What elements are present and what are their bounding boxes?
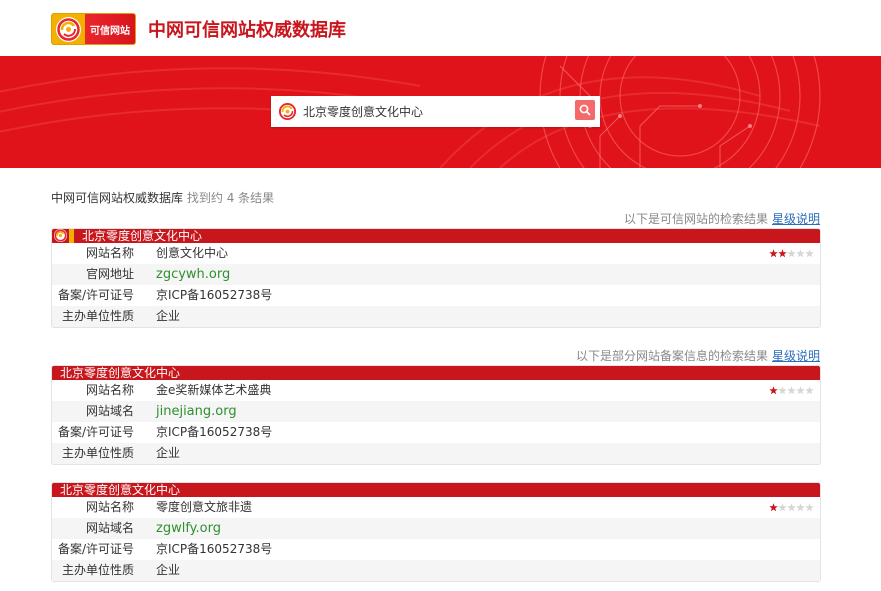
table-row: 备案/许可证号 京ICP备16052738号: [52, 539, 820, 560]
row-key: 主办单位性质: [61, 309, 134, 323]
star-filled-icon: [769, 386, 778, 395]
result-summary: 中网可信网站权威数据库 找到约 4 条结果: [51, 189, 274, 206]
row-value: 创意文化中心: [156, 246, 229, 260]
star-filled-icon: [769, 249, 778, 258]
search-input[interactable]: [303, 102, 568, 121]
table-row: 网站域名 zgwlfy.org: [52, 518, 820, 539]
summary-count: 4: [226, 191, 235, 205]
row-value: 企业: [156, 446, 181, 460]
row-value: 京ICP备16052738号: [156, 542, 273, 556]
row-key: 网站名称: [85, 383, 134, 397]
star-empty-icon: [787, 249, 796, 258]
card-title-bar: 北京零度创意文化中心: [52, 229, 820, 243]
star-filled-icon: [769, 503, 778, 512]
row-key: 官网地址: [85, 267, 134, 281]
star-filled-icon: [778, 249, 787, 258]
row-value: 零度创意文旅非遗: [156, 500, 253, 514]
row-key: 网站域名: [85, 404, 134, 418]
card-title-bar: 北京零度创意文化中心: [52, 366, 820, 380]
search-button[interactable]: [575, 100, 595, 120]
star-empty-icon: [787, 386, 796, 395]
summary-source: 中网可信网站权威数据库: [51, 191, 184, 205]
search-icon: [579, 104, 591, 116]
row-key: 主办单位性质: [61, 563, 134, 577]
star-empty-icon: [805, 249, 814, 258]
notice-text: 以下是可信网站的检索结果: [623, 212, 768, 226]
star-empty-icon: [805, 503, 814, 512]
star-rating-help-link[interactable]: 星级说明: [772, 349, 820, 363]
row-key: 备案/许可证号: [57, 288, 134, 302]
table-row: 主办单位性质 企业: [52, 560, 820, 581]
table-row: 网站名称 金e奖新媒体艺术盛典: [52, 380, 820, 401]
row-key: 主办单位性质: [61, 446, 134, 460]
row-value: 京ICP备16052738号: [156, 288, 273, 302]
table-row: 主办单位性质 企业: [52, 443, 820, 464]
table-row: 网站域名 jinejiang.org: [52, 401, 820, 422]
star-empty-icon: [796, 503, 805, 512]
star-empty-icon: [778, 503, 787, 512]
result-card: 北京零度创意文化中心 网站名称 零度创意文旅非遗 网站域名 zgwlfy.org…: [51, 482, 821, 582]
website-domain-link[interactable]: jinejiang.org: [156, 401, 237, 422]
row-key: 网站名称: [85, 500, 134, 514]
table-row: 备案/许可证号 京ICP备16052738号: [52, 285, 820, 306]
star-empty-icon: [778, 386, 787, 395]
trust-stripe: [69, 229, 74, 243]
card-title: 北京零度创意文化中心: [60, 366, 181, 380]
website-url-link[interactable]: zgcywh.org: [156, 264, 230, 285]
star-empty-icon: [796, 386, 805, 395]
star-rating: [769, 249, 814, 258]
card-title: 北京零度创意文化中心: [82, 229, 203, 243]
row-key: 备案/许可证号: [57, 425, 134, 439]
logo-text: 可信网站: [90, 26, 130, 37]
trust-emblem-icon: [278, 102, 297, 121]
row-value: 企业: [156, 309, 181, 323]
table-row: 网站名称 零度创意文旅非遗: [52, 497, 820, 518]
row-value: 京ICP备16052738号: [156, 425, 273, 439]
trust-emblem-icon: [54, 229, 67, 242]
header: 可信网站 中网可信网站权威数据库: [0, 0, 881, 56]
trust-emblem-icon: [56, 17, 81, 42]
star-rating: [769, 386, 814, 395]
website-domain-link[interactable]: zgwlfy.org: [156, 518, 221, 539]
table-row: 主办单位性质 企业: [52, 306, 820, 327]
result-card: 北京零度创意文化中心 网站名称 金e奖新媒体艺术盛典 网站域名 jinejian…: [51, 365, 821, 465]
row-value: 金e奖新媒体艺术盛典: [156, 383, 272, 397]
summary-found-suffix: 条结果: [238, 191, 275, 205]
search-box[interactable]: [271, 96, 600, 127]
result-card: 北京零度创意文化中心 网站名称 创意文化中心 官网地址 zgcywh.org 备…: [51, 228, 821, 328]
notice-text: 以下是部分网站备案信息的检索结果: [575, 349, 768, 363]
card-title-bar: 北京零度创意文化中心: [52, 483, 820, 497]
row-key: 网站域名: [85, 521, 134, 535]
card-title: 北京零度创意文化中心: [60, 483, 181, 497]
row-key: 备案/许可证号: [57, 542, 134, 556]
star-empty-icon: [796, 249, 805, 258]
table-row: 备案/许可证号 京ICP备16052738号: [52, 422, 820, 443]
star-empty-icon: [805, 386, 814, 395]
table-row: 网站名称 创意文化中心: [52, 243, 820, 264]
star-rating-help-link[interactable]: 星级说明: [772, 212, 820, 226]
table-row: 官网地址 zgcywh.org: [52, 264, 820, 285]
site-title: 中网可信网站权威数据库: [148, 20, 346, 41]
star-rating: [769, 503, 814, 512]
row-value: 企业: [156, 563, 181, 577]
icp-results-notice: 以下是部分网站备案信息的检索结果 星级说明: [576, 347, 820, 364]
trusted-results-notice: 以下是可信网站的检索结果 星级说明: [624, 210, 820, 227]
site-logo[interactable]: 可信网站: [51, 13, 136, 45]
row-key: 网站名称: [85, 246, 134, 260]
star-empty-icon: [787, 503, 796, 512]
summary-found-prefix: 找到约: [186, 191, 223, 205]
